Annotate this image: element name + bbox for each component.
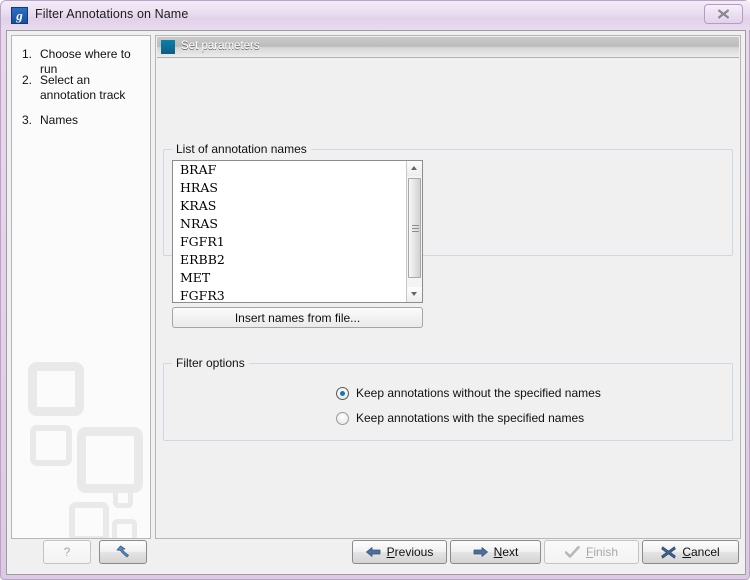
arrow-left-icon (365, 547, 381, 557)
close-icon (717, 9, 730, 19)
next-button[interactable]: Next (450, 540, 541, 564)
list-item[interactable]: KRAS (173, 197, 422, 215)
watermark-square (112, 519, 137, 538)
list-item[interactable]: FGFR1 (173, 233, 422, 251)
radio-indicator-icon[interactable] (336, 411, 349, 425)
annotation-names-group: List of annotation names BRAF HRAS KRAS … (163, 142, 733, 328)
previous-button[interactable]: Previous (352, 540, 447, 564)
reset-button[interactable] (99, 540, 147, 564)
reset-icon (116, 545, 129, 558)
scroll-up-button[interactable] (407, 161, 422, 176)
filter-options-group: Filter options Keep annotations without … (163, 356, 733, 441)
list-item[interactable]: HRAS (173, 179, 422, 197)
scrollbar-grip-icon (412, 225, 419, 226)
help-label: ? (63, 545, 71, 559)
step-number: 1. (22, 47, 33, 61)
step-label: Select an annotation track (40, 73, 126, 102)
previous-label: Previous (386, 545, 434, 559)
list-item[interactable]: BRAF (173, 161, 422, 179)
list-item[interactable]: NRAS (173, 215, 422, 233)
watermark-square (69, 502, 109, 538)
close-button[interactable] (704, 4, 743, 24)
filter-options-group-title: Filter options (172, 356, 249, 370)
parameters-panel: Set parameters List of annotation names … (155, 35, 741, 539)
arrow-right-icon (473, 547, 488, 557)
chevron-down-icon (411, 292, 417, 296)
watermark-square (30, 425, 72, 466)
finish-button[interactable]: Finish (544, 540, 639, 564)
chevron-up-icon (411, 166, 417, 170)
wizard-step-list: 1. Choose where to run 2. Select an anno… (11, 35, 151, 539)
window-title: Filter Annotations on Name (35, 7, 189, 21)
listbox-scrollbar[interactable] (406, 161, 422, 302)
help-button[interactable]: ? (43, 540, 91, 564)
x-icon (661, 546, 677, 558)
watermark-square (77, 427, 143, 493)
finish-label: Finish (585, 545, 619, 559)
step-number: 3. (22, 113, 33, 127)
checkmark-icon (564, 545, 580, 558)
dialog-window: g Filter Annotations on Name 1. Choose w… (0, 0, 750, 580)
watermark-square (113, 488, 133, 508)
app-icon: g (11, 7, 28, 24)
sidebar-step-3[interactable]: 3. Names (22, 113, 144, 128)
section-swatch-icon (161, 40, 175, 54)
radio-label: Keep annotations with the specified name… (356, 411, 585, 425)
cancel-label: Cancel (682, 545, 720, 559)
scroll-down-button[interactable] (407, 287, 422, 302)
section-header-title: Set parameters (181, 40, 260, 52)
title-bar: g Filter Annotations on Name (1, 1, 750, 30)
client-area: 1. Choose where to run 2. Select an anno… (6, 30, 746, 575)
annotation-names-group-title: List of annotation names (172, 142, 311, 156)
radio-indicator-icon[interactable] (336, 386, 349, 400)
section-header: Set parameters (157, 37, 739, 58)
radio-label: Keep annotations without the specified n… (356, 386, 601, 400)
annotation-names-listbox[interactable]: BRAF HRAS KRAS NRAS FGFR1 ERBB2 MET FGFR… (172, 160, 423, 303)
radio-keep-without-names[interactable]: Keep annotations without the specified n… (336, 386, 601, 400)
step-label: Names (40, 113, 79, 127)
list-item[interactable]: FGFR3 (173, 287, 422, 302)
dialog-footer: ? Previous Next Finish Cancel (11, 537, 741, 570)
scrollbar-thumb[interactable] (408, 178, 421, 278)
cancel-button[interactable]: Cancel (642, 540, 739, 564)
step-number: 2. (22, 73, 33, 87)
radio-keep-with-names[interactable]: Keep annotations with the specified name… (336, 411, 584, 425)
next-label: Next (493, 545, 519, 559)
insert-names-from-file-label: Insert names from file... (234, 310, 361, 325)
sidebar-step-2[interactable]: 2. Select an annotation track (22, 73, 144, 103)
list-item[interactable]: ERBB2 (173, 251, 422, 269)
insert-names-from-file-button[interactable]: Insert names from file... (172, 307, 423, 328)
watermark-square (28, 362, 84, 416)
list-item[interactable]: MET (173, 269, 422, 287)
